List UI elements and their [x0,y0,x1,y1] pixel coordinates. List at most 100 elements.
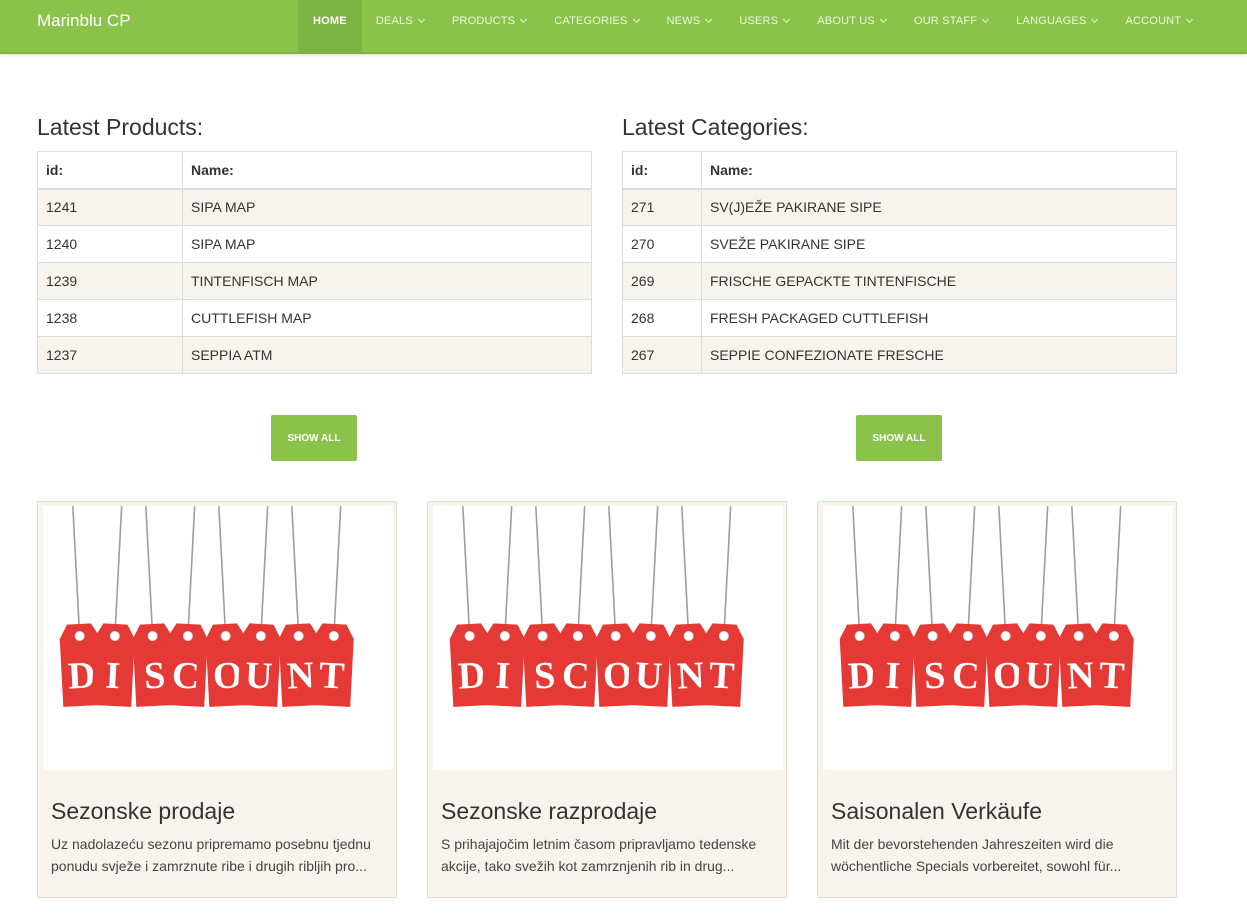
nav-item-languages[interactable]: LANGUAGES [1002,0,1111,54]
brand-logo[interactable]: Marinblu CP [37,11,131,31]
tag-eyelet [109,630,120,641]
cell-name: FRESH PACKAGED CUTTLEFISH [701,299,1177,337]
tag-string [218,506,227,635]
cell-id: 269 [622,262,702,300]
top-navbar: Marinblu CP HOME DEALS PRODUCTS CATEGORI… [0,0,1247,54]
nav-label: PRODUCTS [451,15,516,27]
deal-card[interactable]: DISCOUNT Saisonalen Verkäufe Mit der bev… [817,501,1177,898]
nav-item-our-staff[interactable]: OUR STAFF [900,0,1002,54]
table-row[interactable]: 270 SVEŽE PAKIRANE SIPE [622,225,1177,263]
price-tag: I [481,506,525,707]
discount-tags-image[interactable]: DISCOUNT [433,506,783,770]
tag-eyelet [255,630,266,641]
tag-letter: S [533,654,556,697]
nav-item-categories[interactable]: CATEGORIES [540,0,652,54]
cell-id: 267 [622,336,702,374]
tag-string [650,506,659,635]
tag-string [260,506,269,635]
nav-item-users[interactable]: USERS [725,0,803,54]
cell-id: 271 [622,188,702,226]
tag-letter: U [634,654,664,697]
tag-string [535,506,544,635]
nav-item-products[interactable]: PRODUCTS [438,0,540,54]
tag-string [114,506,123,635]
nav-item-account[interactable]: ACCOUNT [1111,0,1206,54]
tag-letter: U [1024,654,1054,697]
table-row[interactable]: 1240 SIPA MAP [37,225,592,263]
table-row[interactable]: 267 SEPPIE CONFEZIONATE FRESCHE [622,336,1177,374]
chevron-down-icon [879,15,887,24]
deal-title[interactable]: Saisonalen Verkäufe [831,798,1042,825]
cell-id: 1237 [37,336,183,374]
tag-string [462,506,471,635]
tag-string [145,506,154,635]
deal-card[interactable]: DISCOUNT Sezonske prodaje Uz nadolazeću … [37,501,397,898]
price-tag: U [237,506,281,707]
tag-letter: T [318,654,346,697]
cell-name: CUTTLEFISH MAP [182,299,592,337]
tag-string [187,506,196,635]
cell-id: 268 [622,299,702,337]
chevron-down-icon [520,15,528,24]
tag-eyelet [537,630,548,641]
nav-item-deals[interactable]: DEALS [362,0,438,54]
table-row[interactable]: 268 FRESH PACKAGED CUTTLEFISH [622,299,1177,337]
deal-title[interactable]: Sezonske razprodaje [441,798,657,825]
show-all-categories-button[interactable]: SHOW ALL [856,415,942,461]
price-tag: C [554,506,598,707]
column-header-id: id: [37,151,183,190]
nav-item-about-us[interactable]: ABOUT US [803,0,900,54]
tag-eyelet [1108,630,1119,641]
discount-tags-illustration: DISCOUNT [449,506,744,707]
nav-label: ACCOUNT [1125,15,1182,27]
tag-eyelet [889,630,900,641]
cell-id: 1239 [37,262,183,300]
deal-excerpt: Mit der bevorstehenden Jahreszeiten wird… [831,836,1122,874]
cell-id: 1241 [37,188,183,226]
tag-eyelet [683,630,694,641]
tag-letter: I [494,655,511,698]
tag-eyelet [464,630,475,641]
tag-eyelet [147,630,158,641]
nav-label: HOME [313,15,347,27]
tag-string [504,506,513,635]
show-all-products-button[interactable]: SHOW ALL [271,415,357,461]
nav-item-news[interactable]: NEWS [653,0,726,54]
tag-letter: S [143,654,166,697]
table-row[interactable]: 1238 CUTTLEFISH MAP [37,299,592,337]
cell-name: SIPA MAP [182,225,592,263]
cell-name: SIPA MAP [182,188,592,226]
table-row[interactable]: 271 SV(J)EŽE PAKIRANE SIPE [622,188,1177,226]
tag-string [967,506,976,635]
nav-item-home[interactable]: HOME [298,0,362,54]
discount-tags-image[interactable]: DISCOUNT [823,506,1173,770]
nav-label: USERS [739,15,779,27]
table-row[interactable]: 1239 TINTENFISCH MAP [37,262,592,300]
tag-string [291,506,300,635]
deal-title[interactable]: Sezonske prodaje [51,798,235,825]
deal-card[interactable]: DISCOUNT Sezonske razprodaje S prihajajo… [427,501,787,898]
table-row[interactable]: 1237 SEPPIA ATM [37,336,592,374]
tag-eyelet [645,630,656,641]
deal-excerpt: S prihajajočim letnim časom pripravljamo… [441,836,757,874]
tag-eyelet [927,630,938,641]
column-header-name: Name: [182,151,592,190]
column-header-name: Name: [701,151,1177,190]
cell-name: SEPPIE CONFEZIONATE FRESCHE [701,336,1177,374]
latest-categories-table: id: Name: 271 SV(J)EŽE PAKIRANE SIPE 270 S… [622,151,1177,374]
tag-string [333,506,342,635]
discount-tags-image[interactable]: DISCOUNT [43,506,393,770]
table-row[interactable]: 1241 SIPA MAP [37,188,592,226]
tag-string [1040,506,1049,635]
chevron-down-icon [783,15,791,24]
table-header-row: id: Name: [37,151,592,190]
price-tag: C [164,506,208,707]
table-row[interactable]: 269 FRISCHE GEPACKTE TINTENFISCHE [622,262,1177,300]
tag-eyelet [74,630,85,641]
tag-eyelet [718,630,729,641]
tag-string [723,506,732,635]
tag-eyelet [328,630,339,641]
tag-letter: I [104,655,121,698]
tag-eyelet [1035,630,1046,641]
cell-name: SVEŽE PAKIRANE SIPE [701,225,1177,263]
